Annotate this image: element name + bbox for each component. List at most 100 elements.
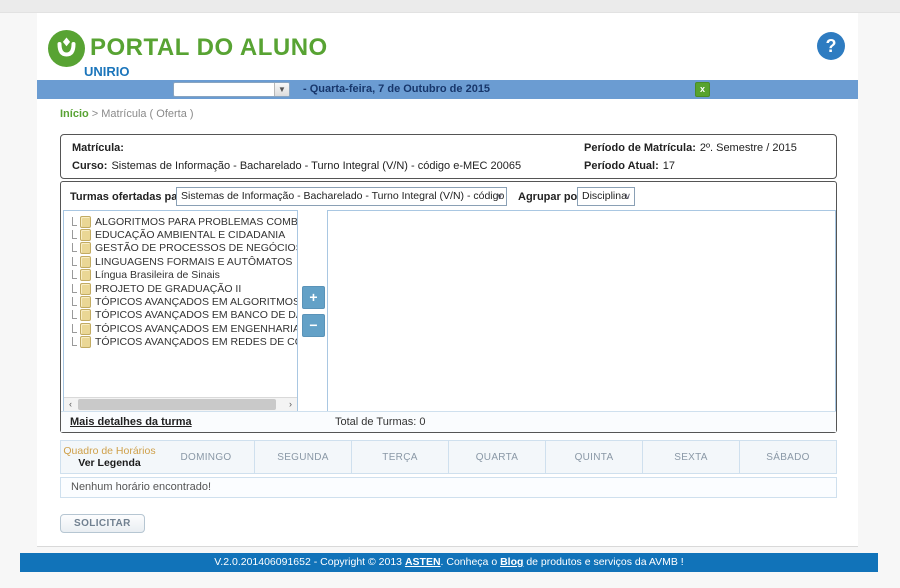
page: PORTAL DO ALUNO UNIRIO ? ▼ - Quarta-feir…	[0, 0, 900, 588]
tree-expander-icon[interactable]	[68, 243, 78, 253]
tree-item[interactable]: TÓPICOS AVANÇADOS EM BANCO DE DADOS II	[68, 309, 297, 322]
tree-item-label: TÓPICOS AVANÇADOS EM REDES DE COMPUTADOR…	[95, 336, 298, 348]
unirio-logo-icon	[48, 30, 85, 67]
tree-item-label: PROJETO DE GRADUAÇÃO II	[95, 283, 241, 295]
close-icon[interactable]: x	[695, 82, 710, 97]
schedule-day-header: QUINTA	[546, 440, 643, 474]
footer-version-text: V.2.0.201406091652 - Copyright © 2013	[214, 556, 405, 568]
offers-section: Turmas ofertadas para o curso Sistemas d…	[60, 181, 837, 433]
remove-turma-button[interactable]: −	[302, 314, 325, 337]
tree-item[interactable]: Língua Brasileira de Sinais	[68, 269, 297, 282]
periodo-atual-label: Período Atual:	[584, 160, 659, 172]
folder-icon	[80, 242, 91, 254]
breadcrumb-current: > Matrícula ( Oferta )	[89, 108, 194, 120]
schedule-day-header: SÁBADO	[740, 440, 837, 474]
tree-item[interactable]: PROJETO DE GRADUAÇÃO II	[68, 282, 297, 295]
schedule-day-header: QUARTA	[449, 440, 546, 474]
scroll-right-icon[interactable]: ›	[284, 398, 297, 411]
curso-row: Curso: Sistemas de Informação - Bacharela…	[72, 160, 521, 172]
folder-icon	[80, 283, 91, 295]
footer-middle-text: . Conheça o	[441, 556, 501, 568]
disciplines-tree: ALGORITMOS PARA PROBLEMAS COMBINATÓRIOS …	[64, 211, 297, 349]
horizontal-scrollbar[interactable]: ‹ ›	[64, 397, 297, 411]
tree-item-label: EDUCAÇÃO AMBIENTAL E CIDADANIA	[95, 229, 285, 241]
top-bar: ▼ - Quarta-feira, 7 de Outubro de 2015 x	[37, 80, 858, 99]
tree-item-label: LINGUAGENS FORMAIS E AUTÔMATOS	[95, 256, 292, 268]
institution-name: UNIRIO	[84, 64, 130, 79]
periodo-matricula-row: Período de Matrícula: 2º. Semestre / 2015	[584, 142, 797, 154]
folder-icon	[80, 309, 91, 321]
curso-select[interactable]: Sistemas de Informação - Bacharelado - T…	[176, 187, 507, 206]
curso-value: Sistemas de Informação - Bacharelado - T…	[111, 160, 521, 172]
blog-link[interactable]: Blog	[500, 556, 523, 568]
periodo-matricula-value: 2º. Semestre / 2015	[700, 142, 797, 154]
folder-icon	[80, 336, 91, 348]
agrupar-select-value: Disciplina	[582, 190, 627, 202]
scrollbar-thumb[interactable]	[78, 399, 276, 410]
schedule-day-header: SEXTA	[643, 440, 740, 474]
curso-label: Curso:	[72, 160, 107, 172]
folder-icon	[80, 229, 91, 241]
chevron-down-icon[interactable]: ▼	[274, 83, 289, 96]
tree-expander-icon[interactable]	[68, 310, 78, 320]
tree-item[interactable]: EDUCAÇÃO AMBIENTAL E CIDADANIA	[68, 228, 297, 241]
agrupar-por-select[interactable]: Disciplina ∨	[577, 187, 635, 206]
tree-item-label: GESTÃO DE PROCESSOS DE NEGÓCIOS	[95, 242, 298, 254]
folder-icon	[80, 256, 91, 268]
tree-expander-icon[interactable]	[68, 324, 78, 334]
tree-expander-icon[interactable]	[68, 230, 78, 240]
tree-item[interactable]: LINGUAGENS FORMAIS E AUTÔMATOS	[68, 255, 297, 268]
chevron-down-icon: ∨	[496, 188, 503, 205]
add-turma-button[interactable]: +	[302, 286, 325, 309]
folder-icon	[80, 323, 91, 335]
schedule-title-cell: Quadro de Horários Ver Legenda	[60, 440, 158, 474]
matricula-row: Matrícula:	[72, 142, 128, 154]
tree-expander-icon[interactable]	[68, 297, 78, 307]
selected-turmas-panel	[327, 210, 836, 412]
folder-icon	[80, 216, 91, 228]
periodo-atual-value: 17	[663, 160, 675, 172]
scroll-left-icon[interactable]: ‹	[64, 398, 77, 411]
footer-rest-text: de produtos e serviços da AVMB !	[523, 556, 683, 568]
tree-expander-icon[interactable]	[68, 217, 78, 227]
tree-item-label: ALGORITMOS PARA PROBLEMAS COMBINATÓRIOS	[95, 216, 298, 228]
page-title: PORTAL DO ALUNO	[90, 34, 328, 62]
current-date: - Quarta-feira, 7 de Outubro de 2015	[303, 83, 490, 95]
tree-item-label: TÓPICOS AVANÇADOS EM BANCO DE DADOS II	[95, 309, 298, 321]
folder-icon	[80, 296, 91, 308]
disciplines-tree-panel: ALGORITMOS PARA PROBLEMAS COMBINATÓRIOS …	[63, 210, 298, 412]
folder-icon	[80, 269, 91, 281]
solicitar-button[interactable]: SOLICITAR	[60, 514, 145, 533]
agrupar-por-label: Agrupar por	[518, 191, 582, 203]
enrollment-info-box: Matrícula: Curso: Sistemas de Informação …	[60, 134, 837, 179]
chevron-down-icon: ∨	[624, 188, 631, 205]
tree-expander-icon[interactable]	[68, 337, 78, 347]
tree-item[interactable]: TÓPICOS AVANÇADOS EM ENGENHARIA DE SOFTW…	[68, 322, 297, 335]
schedule-header-row: Quadro de Horários Ver Legenda DOMINGO S…	[60, 440, 837, 474]
tree-expander-icon[interactable]	[68, 270, 78, 280]
tree-item[interactable]: ALGORITMOS PARA PROBLEMAS COMBINATÓRIOS	[68, 215, 297, 228]
tree-item-label: TÓPICOS AVANÇADOS EM ENGENHARIA DE SOFTW…	[95, 323, 298, 335]
topbar-dropdown[interactable]: ▼	[173, 82, 290, 97]
total-turmas-label: Total de Turmas: 0	[335, 416, 426, 428]
schedule-empty-message: Nenhum horário encontrado!	[60, 477, 837, 498]
top-strip	[0, 0, 900, 13]
mais-detalhes-link[interactable]: Mais detalhes da turma	[70, 416, 192, 428]
footer-bar: V.2.0.201406091652 - Copyright © 2013 AS…	[20, 553, 878, 572]
help-icon[interactable]: ?	[817, 32, 845, 60]
breadcrumb-home-link[interactable]: Início	[60, 108, 89, 120]
offers-section-footer: Mais detalhes da turma Total de Turmas: …	[61, 411, 836, 432]
tree-expander-icon[interactable]	[68, 284, 78, 294]
breadcrumb: Início > Matrícula ( Oferta )	[60, 108, 194, 120]
tree-item[interactable]: TÓPICOS AVANÇADOS EM ALGORITMOS I	[68, 295, 297, 308]
schedule-day-header: SEGUNDA	[255, 440, 352, 474]
tree-expander-icon[interactable]	[68, 257, 78, 267]
ver-legenda-link[interactable]: Ver Legenda	[78, 457, 140, 469]
schedule-day-header: DOMINGO	[158, 440, 255, 474]
tree-item[interactable]: GESTÃO DE PROCESSOS DE NEGÓCIOS	[68, 242, 297, 255]
content-area: PORTAL DO ALUNO UNIRIO ? ▼ - Quarta-feir…	[37, 13, 858, 547]
periodo-matricula-label: Período de Matrícula:	[584, 142, 696, 154]
portal-logo	[48, 30, 85, 67]
tree-item[interactable]: TÓPICOS AVANÇADOS EM REDES DE COMPUTADOR…	[68, 336, 297, 349]
asten-link[interactable]: ASTEN	[405, 556, 441, 568]
